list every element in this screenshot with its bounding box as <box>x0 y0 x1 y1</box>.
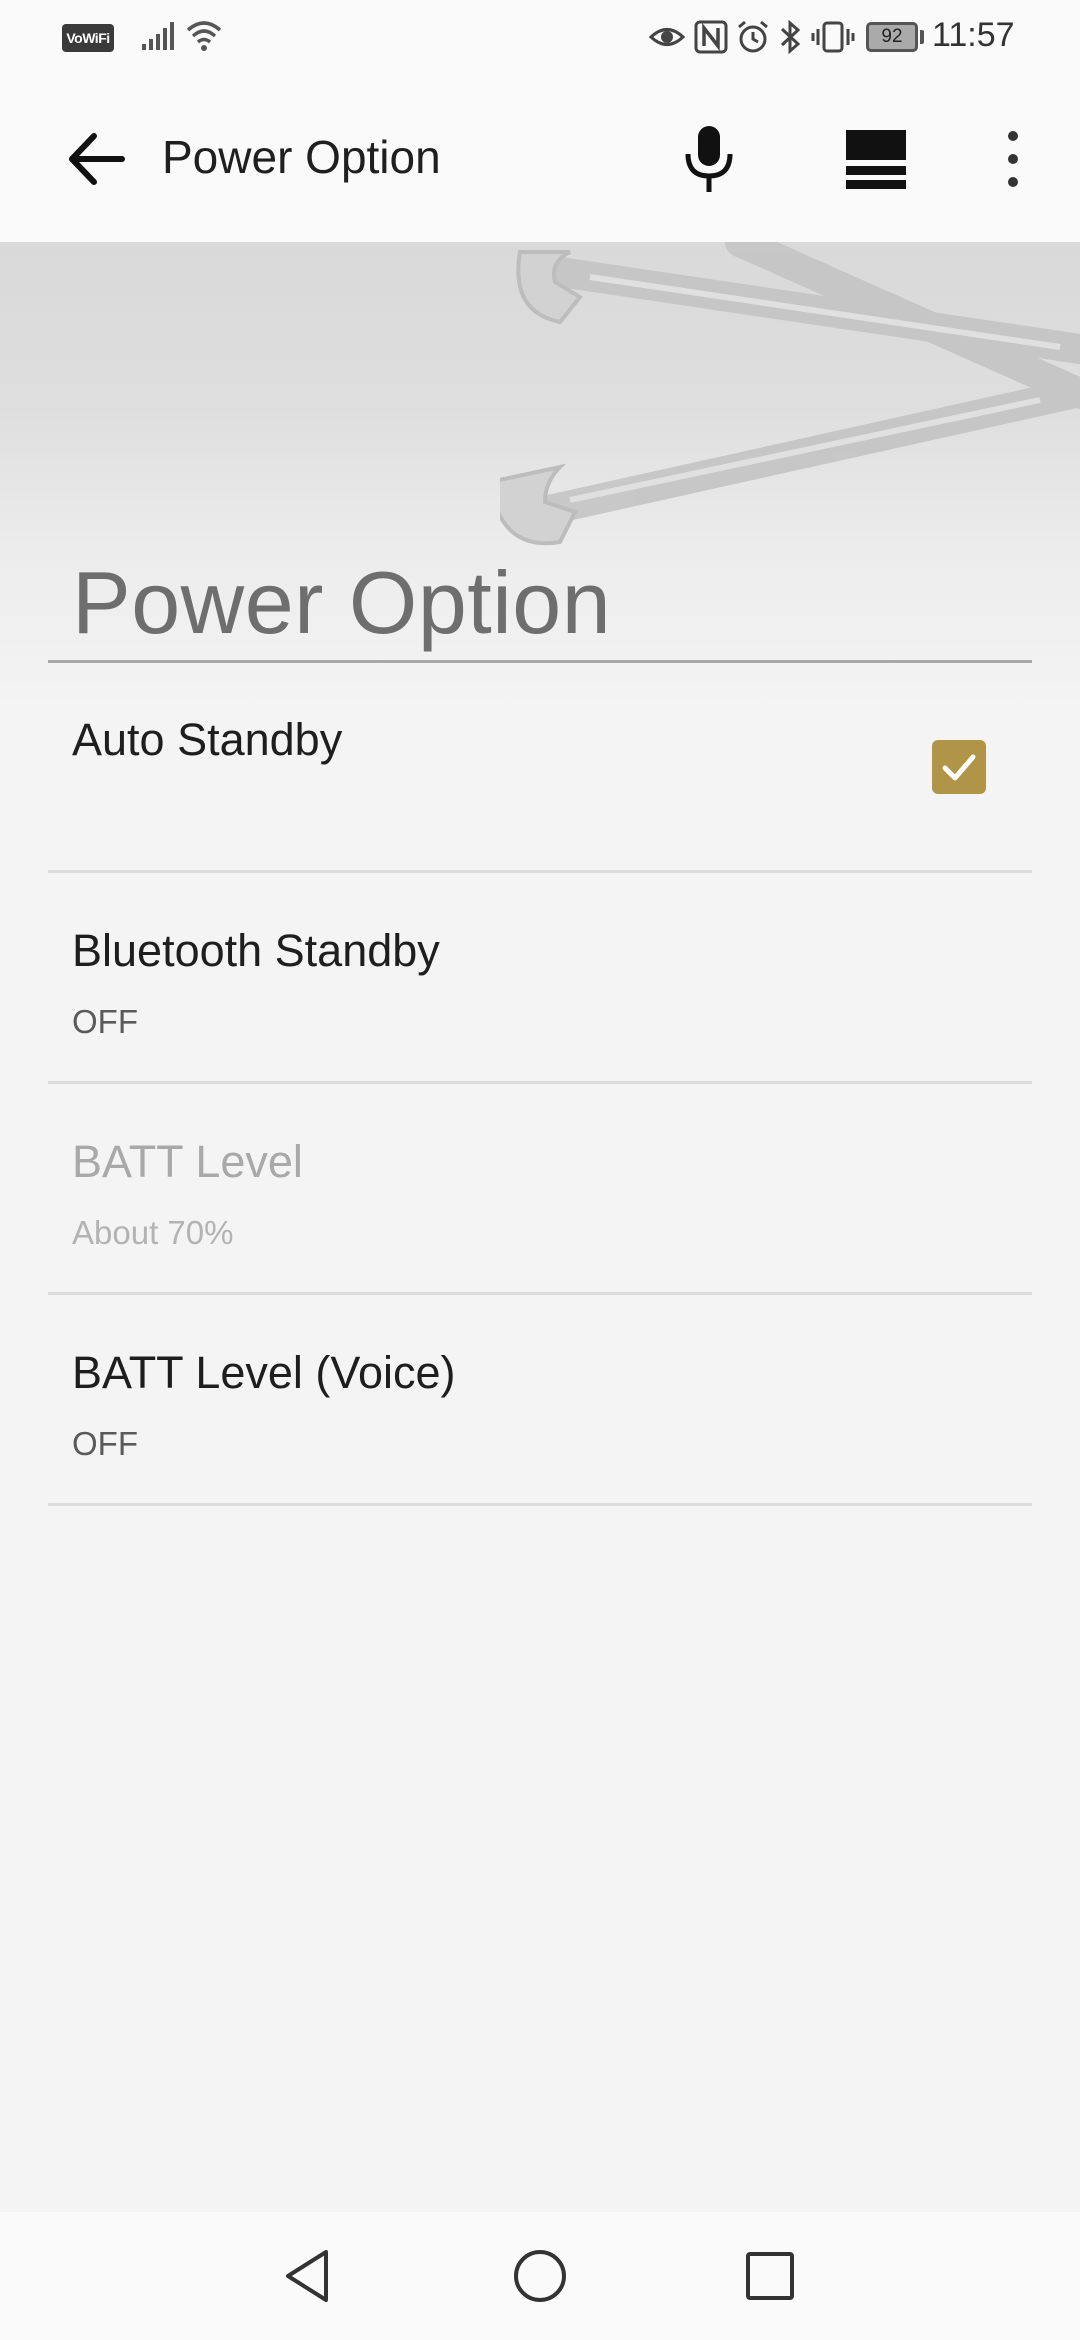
setting-batt-level-voice[interactable]: BATT Level (Voice) OFF <box>48 1295 1032 1506</box>
system-nav-bar <box>0 2212 1080 2340</box>
checkmark-icon <box>942 754 976 781</box>
nav-back-icon[interactable] <box>278 2246 338 2306</box>
app-bar-title: Power Option <box>162 131 441 183</box>
microphone-icon[interactable] <box>674 122 744 196</box>
setting-value: OFF <box>72 1003 138 1040</box>
app-bar: Power Option <box>0 76 1080 242</box>
nfc-icon <box>694 20 728 54</box>
bluetooth-icon <box>780 20 801 54</box>
signal-icon <box>142 22 174 50</box>
more-vert-icon[interactable] <box>996 122 1030 196</box>
back-arrow-icon[interactable] <box>62 126 132 192</box>
wrenches-image <box>500 242 1080 546</box>
setting-bluetooth-standby[interactable]: Bluetooth Standby OFF <box>48 873 1032 1084</box>
setting-auto-standby[interactable]: Auto Standby <box>48 662 1032 873</box>
eye-comfort-icon <box>648 28 686 46</box>
section-title: Power Option <box>72 553 612 652</box>
vowifi-icon: VoWiFi <box>62 24 114 52</box>
setting-title: BATT Level <box>72 1136 303 1187</box>
nav-home-icon[interactable] <box>510 2246 570 2306</box>
vibrate-icon <box>811 21 855 53</box>
status-clock: 11:57 <box>932 16 1015 54</box>
setting-batt-level: BATT Level About 70% <box>48 1084 1032 1295</box>
header-banner: Power Option <box>0 242 1080 712</box>
nav-recents-icon[interactable] <box>740 2246 800 2306</box>
setting-title: BATT Level (Voice) <box>72 1347 456 1398</box>
battery-tip <box>920 30 924 44</box>
setting-title: Auto Standby <box>72 714 343 765</box>
setting-value: OFF <box>72 1425 138 1462</box>
setting-title: Bluetooth Standby <box>72 925 440 976</box>
auto-standby-checkbox[interactable] <box>932 740 986 794</box>
alarm-icon <box>738 20 768 53</box>
setting-value: About 70% <box>72 1214 234 1251</box>
battery-icon: 92 <box>866 22 918 52</box>
layout-icon[interactable] <box>838 124 914 194</box>
wifi-icon <box>186 21 222 51</box>
status-bar: VoWiFi 92 11:57 <box>0 0 1080 76</box>
settings-list: Auto Standby Bluetooth Standby OFF BATT … <box>48 662 1032 1506</box>
